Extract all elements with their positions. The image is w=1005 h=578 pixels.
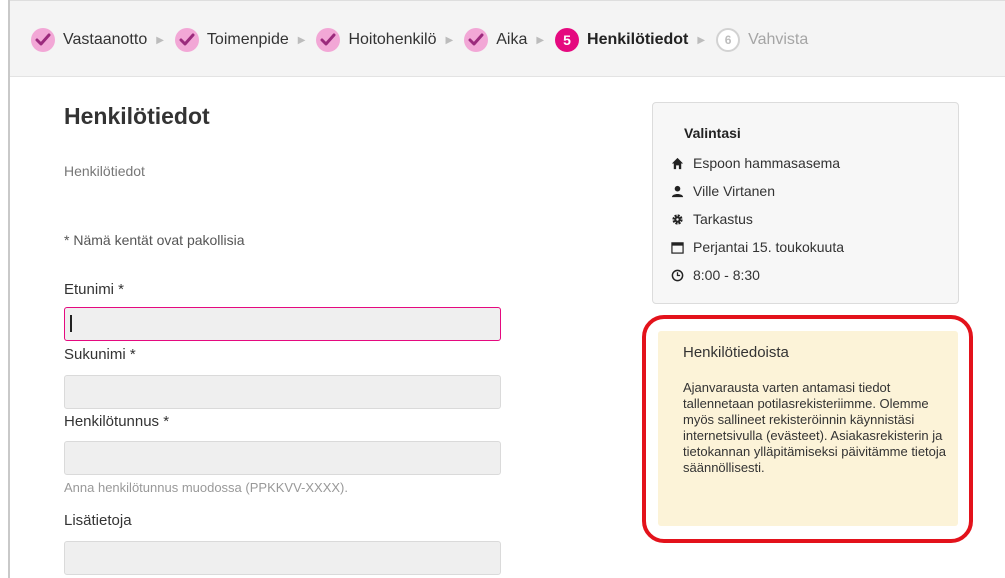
step-progress-bar: Vastaanotto ▶ Toimenpide ▶ Hoitohenkilö … xyxy=(10,1,1005,77)
step-number-badge: 6 xyxy=(716,28,741,52)
step-number-badge: 5 xyxy=(555,28,580,52)
step-hoitohenkilo[interactable]: Hoitohenkilö xyxy=(316,28,437,52)
selection-clinic: Espoon hammasasema xyxy=(671,155,840,171)
step-label: Henkilötiedot xyxy=(587,31,689,48)
step-henkilotiedot: 5 Henkilötiedot xyxy=(555,28,688,52)
highlight-annotation xyxy=(642,315,973,543)
check-icon xyxy=(464,28,489,52)
step-label: Vastaanotto xyxy=(63,31,148,48)
step-vahvista: 6 Vahvista xyxy=(716,28,808,52)
selection-summary-panel: Valintasi Espoon hammasasema Ville Virta… xyxy=(652,102,959,304)
step-toimenpide[interactable]: Toimenpide xyxy=(174,28,289,52)
step-vastaanotto[interactable]: Vastaanotto xyxy=(31,28,147,52)
selection-date: Perjantai 15. toukokuuta xyxy=(671,239,844,255)
clock-icon xyxy=(671,269,684,281)
step-label: Vahvista xyxy=(748,31,809,48)
extra-info-input[interactable] xyxy=(64,541,501,575)
required-fields-note: * Nämä kentät ovat pakollisia xyxy=(64,232,245,248)
selection-procedure-text: Tarkastus xyxy=(693,211,753,227)
page-subtitle: Henkilötiedot xyxy=(64,163,145,179)
extra-info-label: Lisätietoja xyxy=(64,512,132,529)
home-icon xyxy=(671,157,684,169)
selection-procedure: Tarkastus xyxy=(671,211,753,227)
page-title: Henkilötiedot xyxy=(64,103,210,129)
check-icon xyxy=(316,28,341,52)
selection-date-text: Perjantai 15. toukokuuta xyxy=(693,239,844,255)
gear-icon xyxy=(672,213,683,225)
last-name-input[interactable] xyxy=(64,375,501,409)
frame-left-border xyxy=(8,0,10,578)
last-name-label: Sukunimi * xyxy=(64,346,136,363)
first-name-input[interactable] xyxy=(64,307,501,341)
step-label: Aika xyxy=(496,31,528,48)
step-separator-icon: ▶ xyxy=(536,34,545,46)
step-label: Toimenpide xyxy=(206,31,289,48)
ssn-format-hint: Anna henkilötunnus muodossa (PPKKVV-XXXX… xyxy=(64,480,348,495)
ssn-label: Henkilötunnus * xyxy=(64,413,170,430)
selection-title: Valintasi xyxy=(684,125,741,141)
selection-time-text: 8:00 - 8:30 xyxy=(693,267,760,283)
text-caret xyxy=(70,315,72,332)
step-separator-icon: ▶ xyxy=(697,34,706,46)
user-icon xyxy=(671,185,684,197)
first-name-label: Etunimi * xyxy=(64,281,125,298)
selection-time: 8:00 - 8:30 xyxy=(671,267,760,283)
step-separator-icon: ▶ xyxy=(156,34,164,46)
check-icon xyxy=(31,28,55,52)
ssn-input[interactable] xyxy=(64,441,501,475)
selection-clinic-text: Espoon hammasasema xyxy=(693,155,841,171)
selection-person-text: Ville Virtanen xyxy=(693,183,775,199)
step-separator-icon: ▶ xyxy=(445,34,454,46)
step-aika[interactable]: Aika xyxy=(464,28,527,52)
selection-person: Ville Virtanen xyxy=(671,183,775,199)
calendar-icon xyxy=(671,241,684,254)
check-icon xyxy=(174,28,199,52)
step-separator-icon: ▶ xyxy=(297,34,306,46)
step-label: Hoitohenkilö xyxy=(348,31,437,48)
